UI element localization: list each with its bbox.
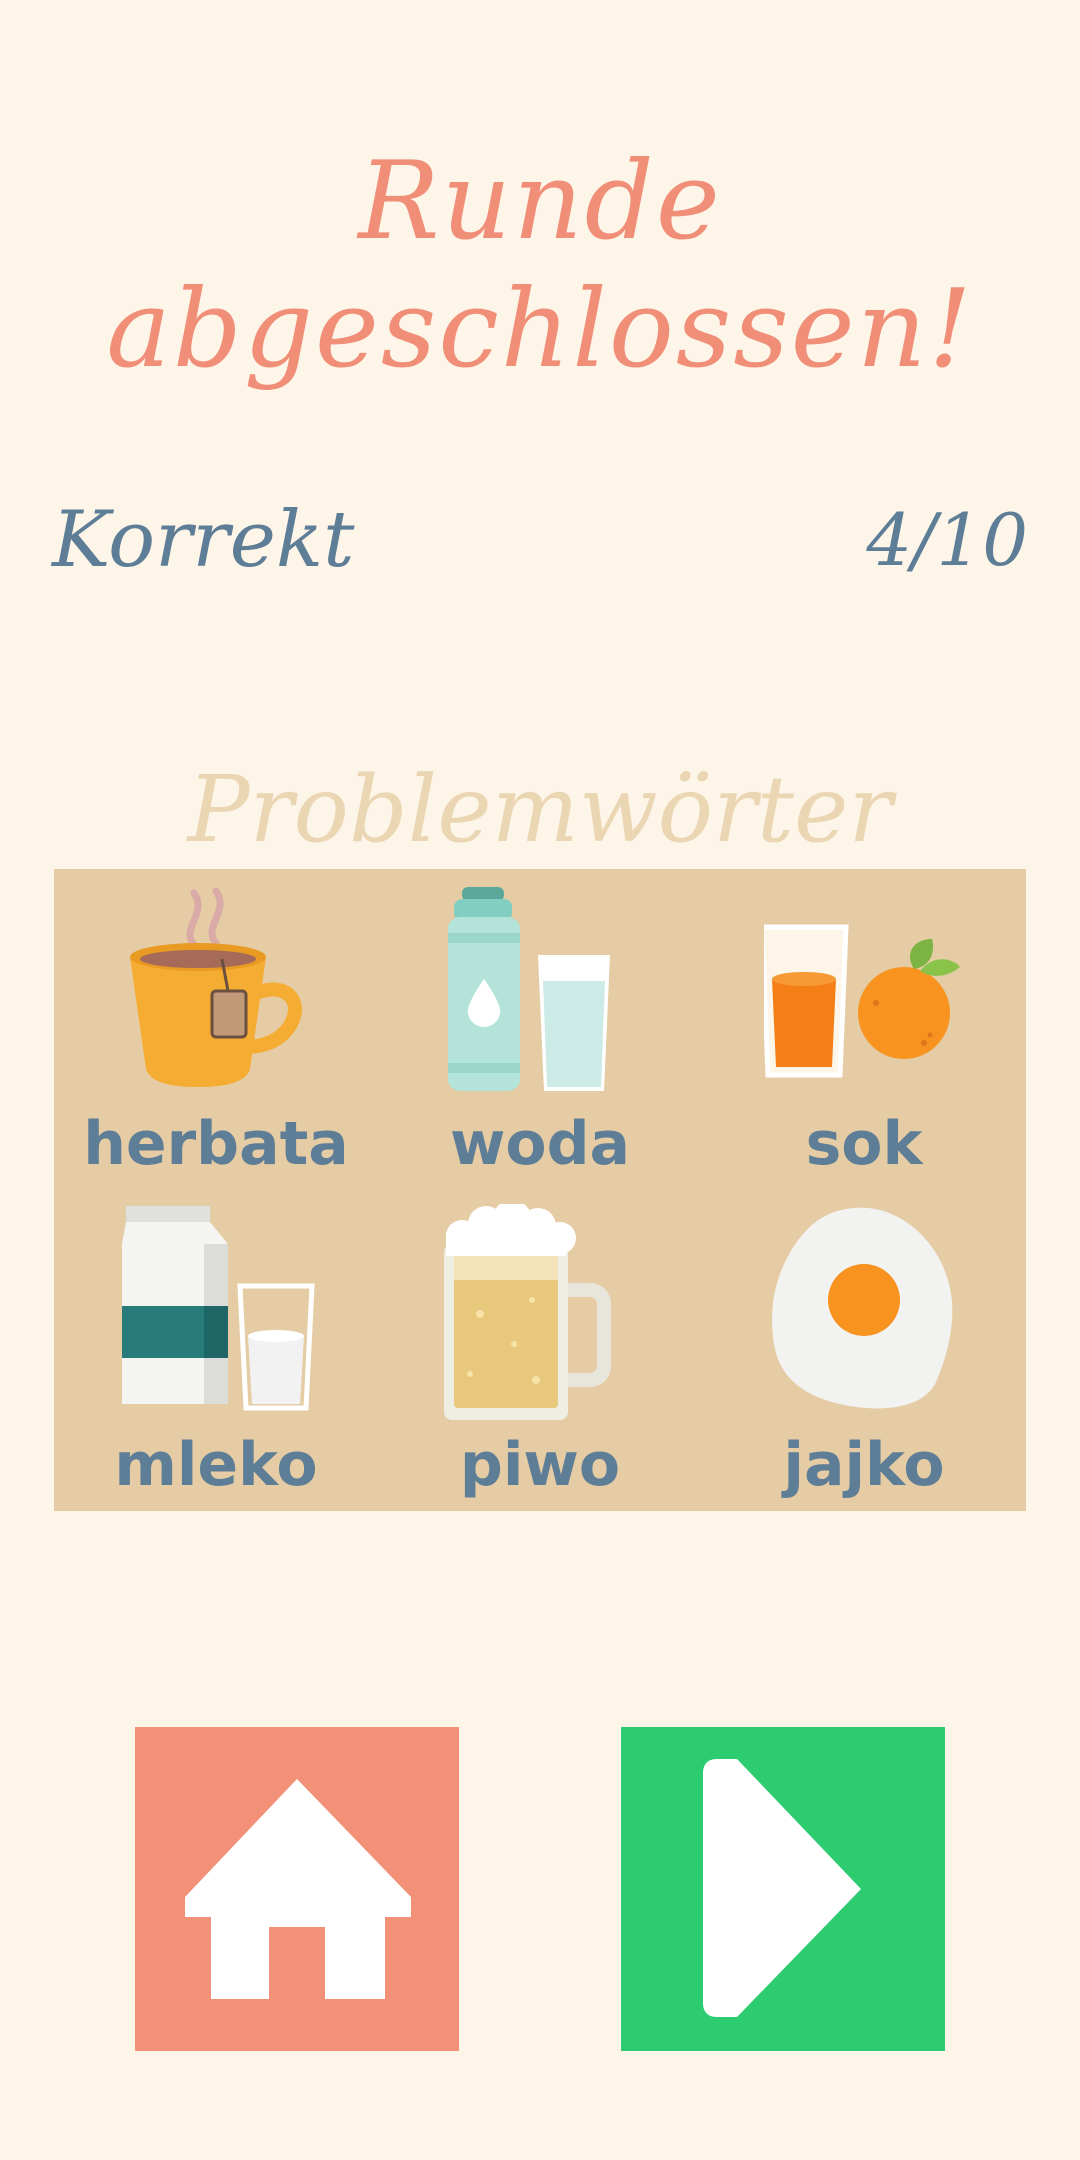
- word-label: mleko: [114, 1430, 318, 1500]
- word-tile-woda[interactable]: woda: [378, 869, 702, 1190]
- score-label: Korrekt: [52, 495, 355, 585]
- egg-icon: [772, 1207, 953, 1409]
- word-tile-sok[interactable]: sok: [702, 869, 1026, 1190]
- word-tile-herbata[interactable]: herbata: [54, 869, 378, 1190]
- water-icon: [448, 887, 610, 1091]
- problem-words-heading: Problemwörter: [187, 756, 893, 863]
- next-button[interactable]: [621, 1727, 945, 2051]
- word-label: woda: [449, 1109, 631, 1179]
- word-tile-piwo[interactable]: piwo: [378, 1190, 702, 1511]
- tea-cup-icon: [130, 887, 302, 1087]
- home-icon: [185, 1779, 411, 1999]
- page-title: Runde abgeschlossen!: [106, 139, 974, 392]
- word-label: sok: [805, 1109, 923, 1179]
- home-button[interactable]: [135, 1727, 459, 2051]
- problem-words-grid: herbata woda sok mleko piwo jajko: [54, 869, 1026, 1511]
- word-tile-mleko[interactable]: mleko: [54, 1190, 378, 1511]
- beer-icon: [444, 1204, 611, 1420]
- milk-icon: [122, 1206, 315, 1411]
- play-icon: [703, 1759, 861, 2017]
- word-tile-jajko[interactable]: jajko: [702, 1190, 1026, 1511]
- word-label: herbata: [83, 1109, 349, 1179]
- score-value: 4/10: [866, 498, 1028, 582]
- word-label: piwo: [459, 1430, 621, 1500]
- juice-icon: [764, 924, 960, 1078]
- word-label: jajko: [783, 1430, 945, 1500]
